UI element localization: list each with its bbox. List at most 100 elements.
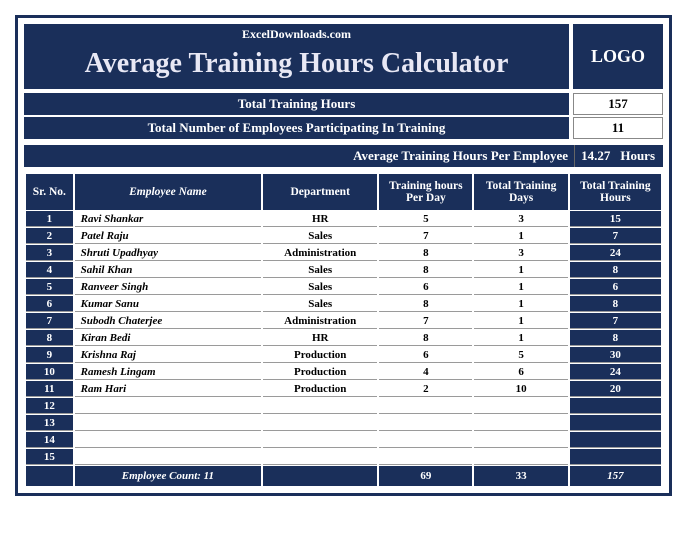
table-row: 12 [26,398,661,414]
cell-name: Ravi Shankar [75,211,262,227]
cell-sn: 15 [26,449,73,465]
footer-count: Employee Count: 11 [75,466,262,486]
cell-hpd: 8 [379,296,472,312]
cell-hpd: 5 [379,211,472,227]
site-subtitle: ExcelDownloads.com [25,25,568,44]
cell-hpd [379,398,472,414]
cell-days: 1 [474,228,567,244]
cell-hpd [379,432,472,448]
cell-tot [570,449,661,465]
cell-name: Ramesh Lingam [75,364,262,380]
cell-hpd [379,449,472,465]
cell-dept: Sales [263,296,377,312]
cell-name: Patel Raju [75,228,262,244]
cell-dept: Production [263,381,377,397]
cell-name: Ram Hari [75,381,262,397]
cell-dept: Production [263,347,377,363]
cell-sn: 5 [26,279,73,295]
cell-tot: 24 [570,245,661,261]
cell-tot [570,415,661,431]
cell-tot: 15 [570,211,661,227]
table-row: 1Ravi ShankarHR5315 [26,211,661,227]
cell-name: Krishna Raj [75,347,262,363]
cell-tot: 6 [570,279,661,295]
cell-sn: 2 [26,228,73,244]
cell-tot [570,432,661,448]
cell-name: Kumar Sanu [75,296,262,312]
cell-tot: 8 [570,330,661,346]
total-hours-row: Total Training Hours 157 [24,93,663,115]
table-header-row: Sr. No. Employee Name Department Trainin… [26,174,661,210]
table-row: 4Sahil KhanSales818 [26,262,661,278]
cell-name [75,398,262,414]
table-row: 3Shruti UpadhyayAdministration8324 [26,245,661,261]
cell-name [75,449,262,465]
cell-name: Shruti Upadhyay [75,245,262,261]
table-row: 8Kiran BediHR818 [26,330,661,346]
cell-days [474,398,567,414]
cell-dept: Administration [263,245,377,261]
cell-tot [570,398,661,414]
cell-dept [263,415,377,431]
table-row: 2Patel RajuSales717 [26,228,661,244]
cell-dept: Production [263,364,377,380]
cell-tot: 30 [570,347,661,363]
cell-days: 10 [474,381,567,397]
cell-dept: Administration [263,313,377,329]
average-row: Average Training Hours Per Employee 14.2… [24,145,663,167]
table-footer-row: Employee Count: 11 69 33 157 [26,466,661,486]
cell-sn: 4 [26,262,73,278]
total-employees-row: Total Number of Employees Participating … [24,117,663,139]
cell-dept: Sales [263,228,377,244]
cell-hpd: 6 [379,279,472,295]
cell-dept: HR [263,211,377,227]
cell-sn: 8 [26,330,73,346]
cell-days: 1 [474,330,567,346]
cell-days: 1 [474,262,567,278]
table-row: 13 [26,415,661,431]
cell-hpd: 7 [379,313,472,329]
cell-days [474,449,567,465]
cell-name: Kiran Bedi [75,330,262,346]
cell-sn: 3 [26,245,73,261]
cell-tot: 24 [570,364,661,380]
training-table: Sr. No. Employee Name Department Trainin… [24,173,663,487]
cell-days: 3 [474,211,567,227]
cell-sn: 9 [26,347,73,363]
cell-hpd: 8 [379,330,472,346]
cell-days [474,415,567,431]
table-row: 5Ranveer SinghSales616 [26,279,661,295]
footer-sum-days: 33 [474,466,567,486]
total-hours-label: Total Training Hours [24,93,569,115]
page-title: Average Training Hours Calculator [25,44,568,88]
cell-hpd: 6 [379,347,472,363]
cell-hpd: 8 [379,245,472,261]
table-row: 9Krishna RajProduction6530 [26,347,661,363]
cell-tot: 20 [570,381,661,397]
cell-days: 6 [474,364,567,380]
cell-tot: 7 [570,313,661,329]
average-value: 14.27 [574,145,616,167]
cell-sn: 6 [26,296,73,312]
total-hours-value: 157 [573,93,663,115]
cell-name [75,415,262,431]
footer-blank [26,466,73,486]
col-header-sn: Sr. No. [26,174,73,210]
logo-placeholder: LOGO [573,24,663,89]
cell-sn: 7 [26,313,73,329]
footer-dept-blank [263,466,377,486]
cell-sn: 10 [26,364,73,380]
cell-days: 3 [474,245,567,261]
col-header-tot: Total Training Hours [570,174,661,210]
cell-tot: 7 [570,228,661,244]
cell-dept [263,432,377,448]
average-label: Average Training Hours Per Employee [347,145,574,167]
cell-days: 1 [474,313,567,329]
table-row: 15 [26,449,661,465]
total-employees-value: 11 [573,117,663,139]
calculator-frame: ExcelDownloads.com Average Training Hour… [15,15,672,496]
cell-name [75,432,262,448]
cell-dept: Sales [263,279,377,295]
footer-sum-tot: 157 [570,466,661,486]
cell-tot: 8 [570,296,661,312]
